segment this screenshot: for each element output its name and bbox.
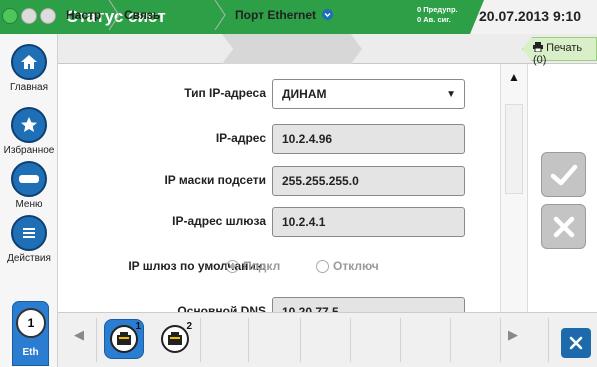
gateway-field[interactable]: 10.2.4.1	[272, 207, 465, 237]
row-ip-type: Тип IP-адреса ДИНАМ ▼	[58, 74, 500, 114]
breadcrumb-active-bg	[222, 34, 362, 64]
divider	[400, 318, 401, 362]
divider	[350, 318, 351, 362]
subnet-mask-field[interactable]: 255.255.255.0	[272, 166, 465, 196]
status-light-green	[2, 8, 18, 24]
gateway-label: IP-адрес шлюза	[172, 214, 266, 228]
nav-favorites[interactable]: Избранное	[0, 107, 58, 156]
ethernet-settings-form: Тип IP-адреса ДИНАМ ▼ IP-адрес 10.2.4.96…	[58, 64, 500, 312]
close-icon	[569, 336, 583, 350]
tab-scroll-left-icon[interactable]: ◀	[74, 327, 84, 343]
nav-favorites-label: Избранное	[3, 145, 55, 156]
radio-selected-icon	[226, 259, 239, 273]
warnings-count: 0 Предупр.	[417, 5, 458, 14]
row-gateway: IP-адрес шлюза 10.2.4.1	[58, 202, 500, 242]
breadcrumb-separator-icon	[214, 0, 226, 30]
port-tab-1[interactable]: 1	[104, 319, 144, 359]
divider	[450, 318, 451, 362]
scroll-thumb[interactable]	[505, 104, 523, 194]
divider	[548, 318, 549, 362]
eth-badge: 1	[16, 308, 46, 338]
print-label: Печать (0)	[533, 42, 583, 66]
divider	[300, 318, 301, 362]
tab-scroll-right-icon[interactable]: ▶	[508, 327, 518, 343]
menu-icon	[11, 161, 47, 197]
eth-label: Eth	[22, 347, 39, 358]
nav-home[interactable]: Главная	[0, 44, 58, 93]
default-gateway-on-radio[interactable]: Подкл	[226, 259, 280, 273]
ethernet-port-icon: 1	[110, 321, 141, 353]
actions-icon	[11, 215, 47, 251]
nav-home-label: Главная	[9, 82, 49, 93]
row-dns: Основной DNS 10.20.77.5	[58, 292, 500, 312]
status-indicator	[2, 8, 56, 24]
status-light-gray-2	[40, 8, 56, 24]
row-default-gateway: IP шлюз по умолчанию Подкл Отключ	[58, 247, 500, 287]
default-gateway-off-radio[interactable]: Отключ	[316, 259, 379, 273]
divider	[248, 318, 249, 362]
nav-actions[interactable]: Действия	[0, 215, 58, 264]
row-mask: IP маски подсети 255.255.255.0	[58, 161, 500, 201]
status-light-gray-1	[21, 8, 37, 24]
breadcrumb-settings[interactable]: Настр	[66, 0, 101, 30]
row-ip: IP-адрес 10.2.4.96	[58, 119, 500, 159]
dropdown-arrow-icon: ▼	[446, 89, 456, 100]
close-icon	[553, 216, 574, 237]
confirm-button[interactable]	[541, 152, 586, 197]
close-panel-button[interactable]	[561, 328, 591, 358]
chevron-down-icon	[322, 9, 334, 20]
ip-type-select[interactable]: ДИНАМ ▼	[272, 79, 465, 109]
printer-icon	[533, 42, 543, 53]
subnet-mask-label: IP маски подсети	[164, 173, 266, 187]
breadcrumb-separator-icon	[108, 0, 120, 30]
checkmark-icon	[550, 164, 577, 185]
radio-unselected-icon	[316, 259, 329, 273]
port-tab-1-number: 1	[135, 321, 141, 332]
star-icon	[11, 107, 47, 143]
ip-address-label: IP-адрес	[215, 131, 266, 145]
port-tab-2[interactable]: 2	[155, 319, 195, 359]
divider	[200, 318, 201, 362]
cancel-button[interactable]	[541, 204, 586, 249]
ethernet-port-icon: 2	[161, 321, 192, 353]
ip-address-field[interactable]: 10.2.4.96	[272, 124, 465, 154]
primary-dns-label: Основной DNS	[177, 304, 266, 312]
home-icon	[11, 44, 47, 80]
breadcrumb-ethernet-port[interactable]: Порт Ethernet	[235, 0, 334, 30]
alarm-counts[interactable]: 0 Предупр. 0 Ав. сиг.	[417, 5, 458, 25]
datetime: 20.07.2013 9:10	[479, 8, 581, 24]
nav-menu[interactable]: Меню	[0, 161, 58, 210]
alarms-count: 0 Ав. сиг.	[417, 15, 451, 24]
primary-dns-field[interactable]: 10.20.77.5	[272, 297, 465, 312]
ip-type-label: Тип IP-адреса	[184, 86, 266, 100]
nav-menu-label: Меню	[15, 199, 43, 210]
breadcrumb-ethernet-label: Порт Ethernet	[235, 8, 317, 22]
nav-actions-label: Действия	[7, 253, 51, 264]
breadcrumb-comm[interactable]: Связь	[124, 0, 160, 30]
scroll-up-icon[interactable]: ▲	[502, 70, 526, 94]
divider	[96, 318, 97, 362]
divider	[500, 318, 501, 362]
port-tab-2-number: 2	[186, 321, 192, 332]
